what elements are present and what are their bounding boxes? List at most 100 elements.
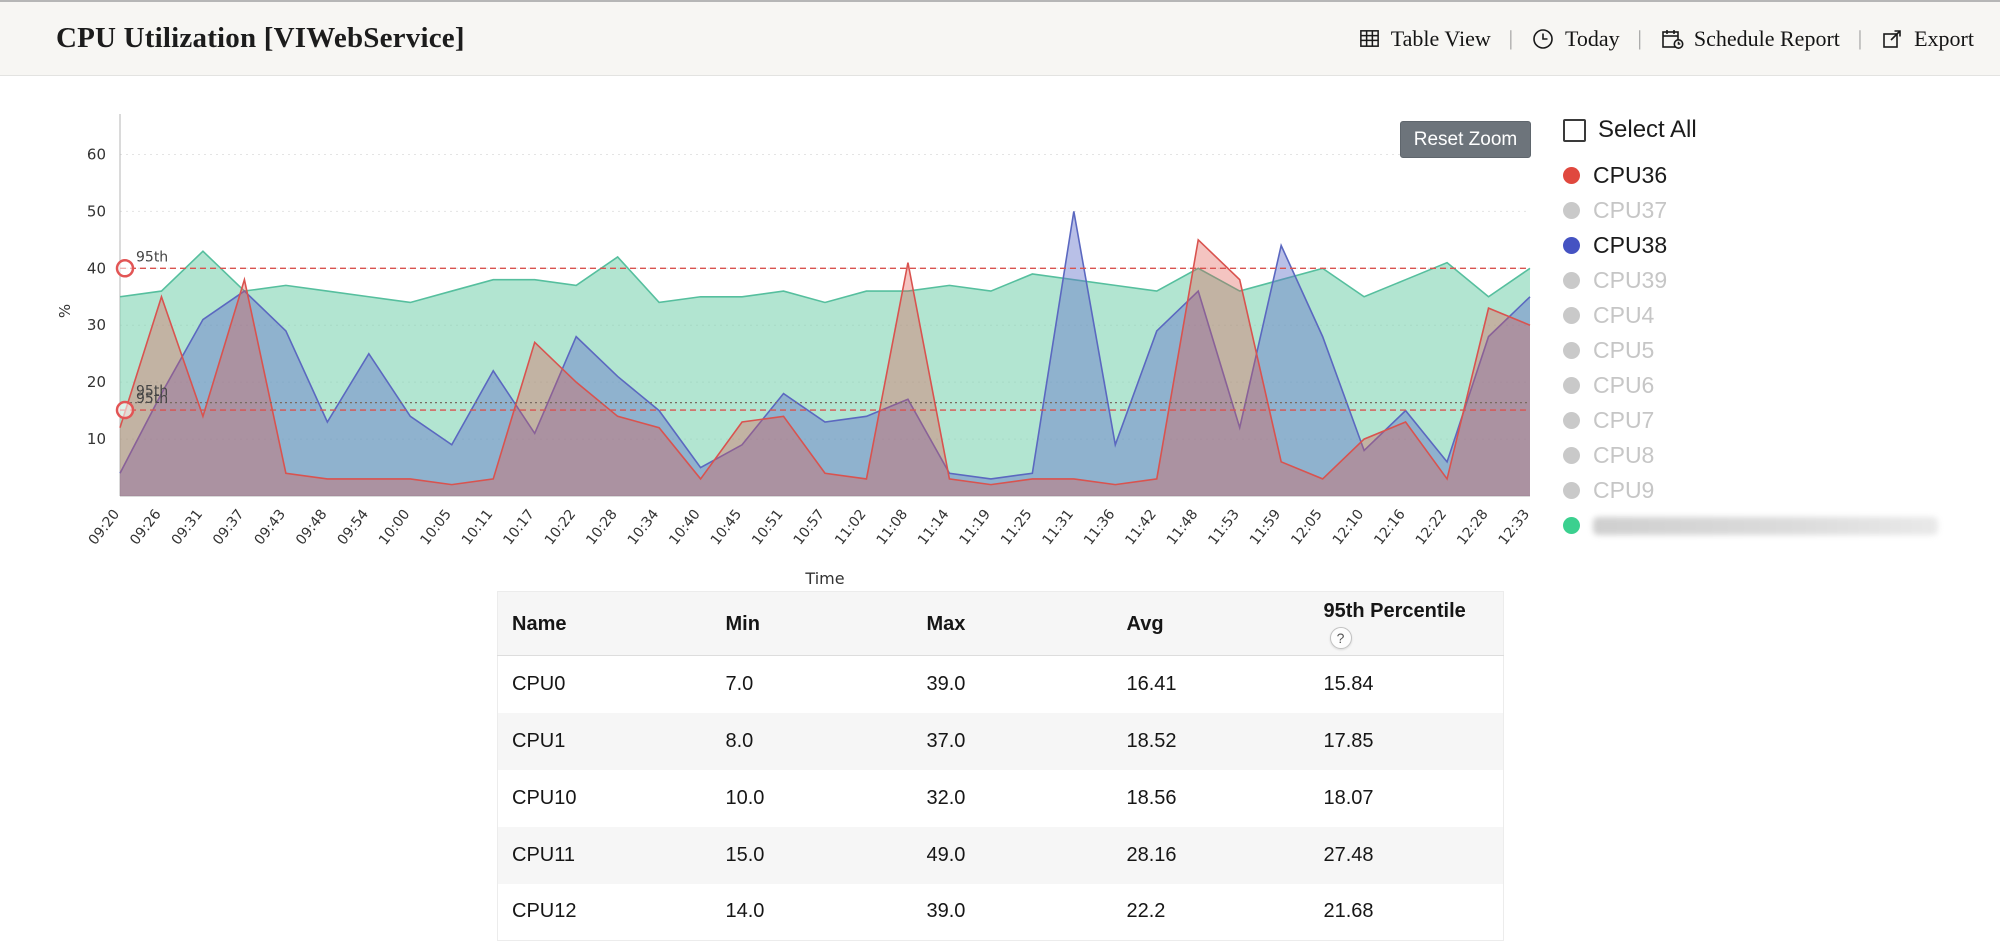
x-tick-label: 09:37	[210, 507, 247, 549]
schedule-report-icon	[1660, 27, 1684, 51]
x-tick-label: 09:26	[127, 507, 165, 549]
threshold-marker	[117, 402, 133, 418]
x-tick-label: 11:31	[1040, 507, 1077, 549]
legend-dot	[1563, 447, 1580, 464]
x-tick-label: 09:48	[293, 507, 330, 549]
legend-dot	[1563, 412, 1580, 429]
x-tick-label: 11:14	[915, 507, 953, 549]
legend-item-cpu9[interactable]: CPU9	[1563, 473, 1993, 508]
legend-item-cpu39[interactable]: CPU39	[1563, 263, 1993, 298]
table-cell: 8.0	[712, 713, 913, 770]
legend-item-cpu36[interactable]: CPU36	[1563, 158, 1993, 193]
cpu-stats-table: NameMinMaxAvg95th Percentile? CPU07.039.…	[497, 591, 1504, 941]
x-tick-label: 11:36	[1081, 507, 1119, 549]
x-tick-label: 11:42	[1122, 507, 1159, 549]
help-icon[interactable]: ?	[1330, 627, 1352, 649]
x-tick-label: 11:53	[1205, 507, 1242, 549]
select-all-checkbox[interactable]	[1563, 119, 1586, 142]
legend-label: CPU8	[1593, 442, 1654, 469]
threshold-label: 95th	[136, 249, 168, 265]
x-tick-label: 10:45	[708, 507, 745, 549]
legend-label: CPU38	[1593, 232, 1667, 259]
y-tick-label: 30	[87, 316, 106, 334]
x-tick-label: 10:00	[376, 507, 413, 549]
legend-item-cpu6[interactable]: CPU6	[1563, 368, 1993, 403]
legend-dot	[1563, 482, 1580, 499]
table-cell: CPU10	[498, 770, 712, 827]
header-actions: Table View | Today | Schedule Report |	[1358, 26, 1974, 52]
legend-item-cpu4[interactable]: CPU4	[1563, 298, 1993, 333]
x-tick-label: 12:16	[1371, 507, 1409, 549]
legend-item-cpu5[interactable]: CPU5	[1563, 333, 1993, 368]
y-tick-label: 40	[87, 259, 106, 277]
table-cell: 37.0	[913, 713, 1113, 770]
x-tick-label: 11:59	[1247, 507, 1284, 549]
legend-item-cpu7[interactable]: CPU7	[1563, 403, 1993, 438]
x-tick-label: 09:31	[169, 507, 206, 549]
export-label: Export	[1914, 26, 1974, 52]
table-cell: CPU1	[498, 713, 712, 770]
legend-item-cpu8[interactable]: CPU8	[1563, 438, 1993, 473]
legend-dot	[1563, 307, 1580, 324]
x-tick-label: 10:40	[666, 507, 703, 549]
today-label: Today	[1565, 26, 1620, 52]
cpu-utilization-chart[interactable]: 10203040506095th95th95th09:2009:2609:310…	[0, 86, 1560, 606]
reset-zoom-button[interactable]: Reset Zoom	[1400, 121, 1531, 158]
legend-item-redacted[interactable]	[1563, 508, 1993, 543]
table-row: CPU07.039.016.4115.84	[498, 656, 1504, 713]
table-row: CPU1115.049.028.1627.48	[498, 827, 1504, 884]
x-tick-label: 10:17	[500, 507, 537, 549]
legend-dot	[1563, 272, 1580, 289]
table-row: CPU18.037.018.5217.85	[498, 713, 1504, 770]
table-cell: 16.41	[1113, 656, 1310, 713]
legend-label: CPU9	[1593, 477, 1654, 504]
table-cell: 27.48	[1310, 827, 1504, 884]
table-cell: CPU12	[498, 884, 712, 941]
header-divider: |	[1856, 26, 1864, 51]
table-icon	[1358, 27, 1381, 50]
stats-table-section: NameMinMaxAvg95th Percentile? CPU07.039.…	[497, 591, 1503, 941]
x-tick-label: 12:05	[1288, 507, 1325, 549]
table-cell: 15.84	[1310, 656, 1504, 713]
legend-label: CPU6	[1593, 372, 1654, 399]
x-tick-label: 10:28	[583, 507, 620, 549]
x-tick-label: 10:11	[459, 507, 496, 549]
legend-item-cpu38[interactable]: CPU38	[1563, 228, 1993, 263]
table-cell: 39.0	[913, 656, 1113, 713]
today-button[interactable]: Today	[1531, 26, 1620, 52]
table-cell: 14.0	[712, 884, 913, 941]
x-tick-label: 10:05	[417, 507, 454, 549]
table-cell: 17.85	[1310, 713, 1504, 770]
table-cell: 18.07	[1310, 770, 1504, 827]
schedule-report-button[interactable]: Schedule Report	[1660, 26, 1840, 52]
legend-item-cpu37[interactable]: CPU37	[1563, 193, 1993, 228]
column-header-avg: Avg	[1113, 592, 1310, 656]
table-view-label: Table View	[1391, 26, 1491, 52]
column-header-name: Name	[498, 592, 712, 656]
select-all[interactable]: Select All	[1563, 116, 1993, 144]
column-header-max: Max	[913, 592, 1113, 656]
x-tick-label: 09:54	[335, 507, 373, 549]
page: CPU Utilization [VIWebService] Table Vie…	[0, 0, 2000, 938]
table-cell: 49.0	[913, 827, 1113, 884]
export-button[interactable]: Export	[1880, 26, 1974, 52]
table-cell: 7.0	[712, 656, 913, 713]
table-cell: 15.0	[712, 827, 913, 884]
column-header-label: 95th Percentile	[1324, 600, 1466, 623]
legend-label: CPU7	[1593, 407, 1654, 434]
x-tick-label: 11:19	[957, 507, 994, 549]
legend-list: CPU36CPU37 CPU38 CPU39 CPU4 CPU5 CPU6 CPU7 CPU8…	[1563, 158, 1993, 543]
x-tick-label: 10:22	[542, 507, 579, 549]
table-cell: 39.0	[913, 884, 1113, 941]
x-tick-label: 10:34	[625, 507, 663, 549]
legend-label: CPU4	[1593, 302, 1654, 329]
x-tick-label: 12:10	[1330, 507, 1367, 549]
x-tick-label: 11:08	[874, 507, 911, 549]
chart-legend: Select All CPU36CPU37CPU38CPU39CPU4CPU5C…	[1563, 116, 1993, 543]
table-cell: 18.56	[1113, 770, 1310, 827]
table-view-button[interactable]: Table View	[1358, 26, 1491, 52]
x-axis-title: Time	[804, 569, 844, 588]
legend-dot	[1563, 237, 1580, 254]
table-row: CPU1010.032.018.5618.07	[498, 770, 1504, 827]
threshold-marker	[117, 260, 133, 276]
